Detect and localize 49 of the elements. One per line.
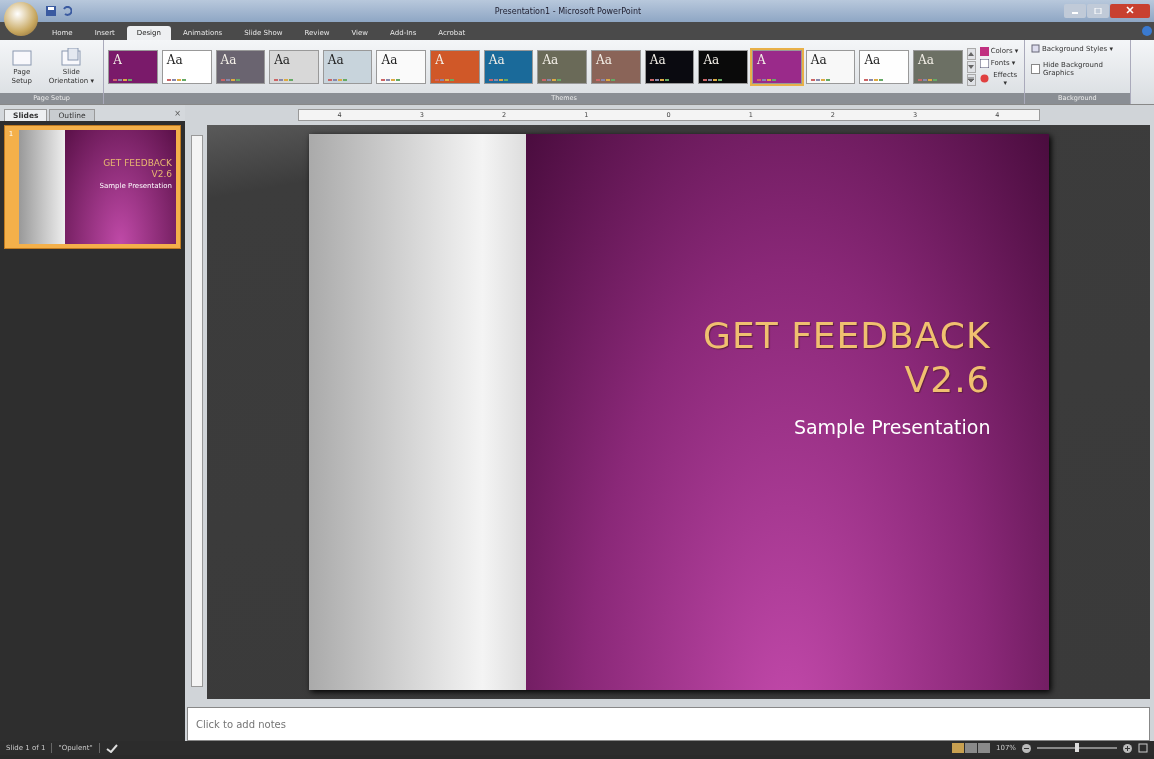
save-icon[interactable] — [46, 6, 56, 16]
down-arrow-icon — [968, 64, 975, 69]
theme-thumbnail[interactable]: Aa — [698, 49, 749, 84]
notes-field[interactable]: Click to add notes — [187, 707, 1150, 741]
restore-icon — [1094, 7, 1102, 14]
close-icon — [1126, 6, 1134, 14]
theme-thumbnail[interactable]: Aa — [537, 49, 588, 84]
close-pane-button[interactable]: × — [174, 108, 181, 118]
theme-thumbnail[interactable]: Aa — [269, 49, 319, 84]
spelling-icon[interactable] — [105, 743, 118, 753]
thumbnail-title: GET FEEDBACK — [103, 158, 172, 168]
checkbox[interactable] — [1031, 64, 1040, 74]
scroll-up-button[interactable] — [966, 47, 976, 60]
office-button[interactable] — [4, 2, 38, 36]
zoom-in-button[interactable] — [1123, 743, 1132, 753]
pages-icon — [60, 47, 83, 68]
slide-subtitle: Sample Presentation — [793, 416, 991, 438]
theme-thumbnail[interactable]: Aa — [322, 49, 373, 84]
theme-thumbnail[interactable]: Aa — [805, 49, 856, 84]
more-button[interactable] — [966, 73, 976, 86]
theme-thumbnail[interactable]: Aa — [591, 49, 641, 84]
slide-title: GET FEEDBACK — [703, 314, 991, 358]
scroll-down-button[interactable] — [966, 60, 976, 73]
theme-thumbnail[interactable]: Aa — [161, 49, 212, 84]
close-button[interactable] — [1110, 4, 1150, 18]
page-icon — [10, 47, 33, 68]
theme-thumbnail[interactable]: Aa — [376, 49, 427, 84]
theme-thumbnail[interactable]: A — [430, 49, 480, 84]
fit-window-icon[interactable] — [1138, 743, 1148, 753]
theme-thumbnail[interactable]: Aa — [483, 49, 534, 84]
plus-icon — [1123, 743, 1132, 753]
theme-thumbnail[interactable]: Aa — [215, 49, 266, 84]
fonts-icon — [979, 58, 989, 68]
zoom-slider-thumb[interactable] — [1075, 743, 1079, 752]
undo-icon[interactable] — [62, 6, 72, 16]
window-title: Presentation1 - Microsoft PowerPoint — [493, 6, 643, 16]
slide-title: V2.6 — [904, 358, 991, 402]
zoom-out-button[interactable] — [1022, 743, 1031, 753]
up-arrow-icon — [968, 51, 975, 56]
theme-thumbnail[interactable]: Aa — [859, 49, 910, 84]
effects-icon — [979, 74, 989, 83]
theme-thumbnail[interactable]: A — [108, 49, 158, 84]
theme-thumbnail[interactable]: Aa — [644, 49, 695, 84]
theme-thumbnail[interactable]: A — [752, 49, 802, 84]
expand-icon — [968, 76, 975, 82]
background-styles-icon — [1031, 44, 1040, 53]
thumbnail-title: V2.6 — [151, 169, 172, 179]
theme-thumbnail[interactable]: Aa — [913, 49, 963, 84]
colors-icon — [979, 46, 989, 56]
